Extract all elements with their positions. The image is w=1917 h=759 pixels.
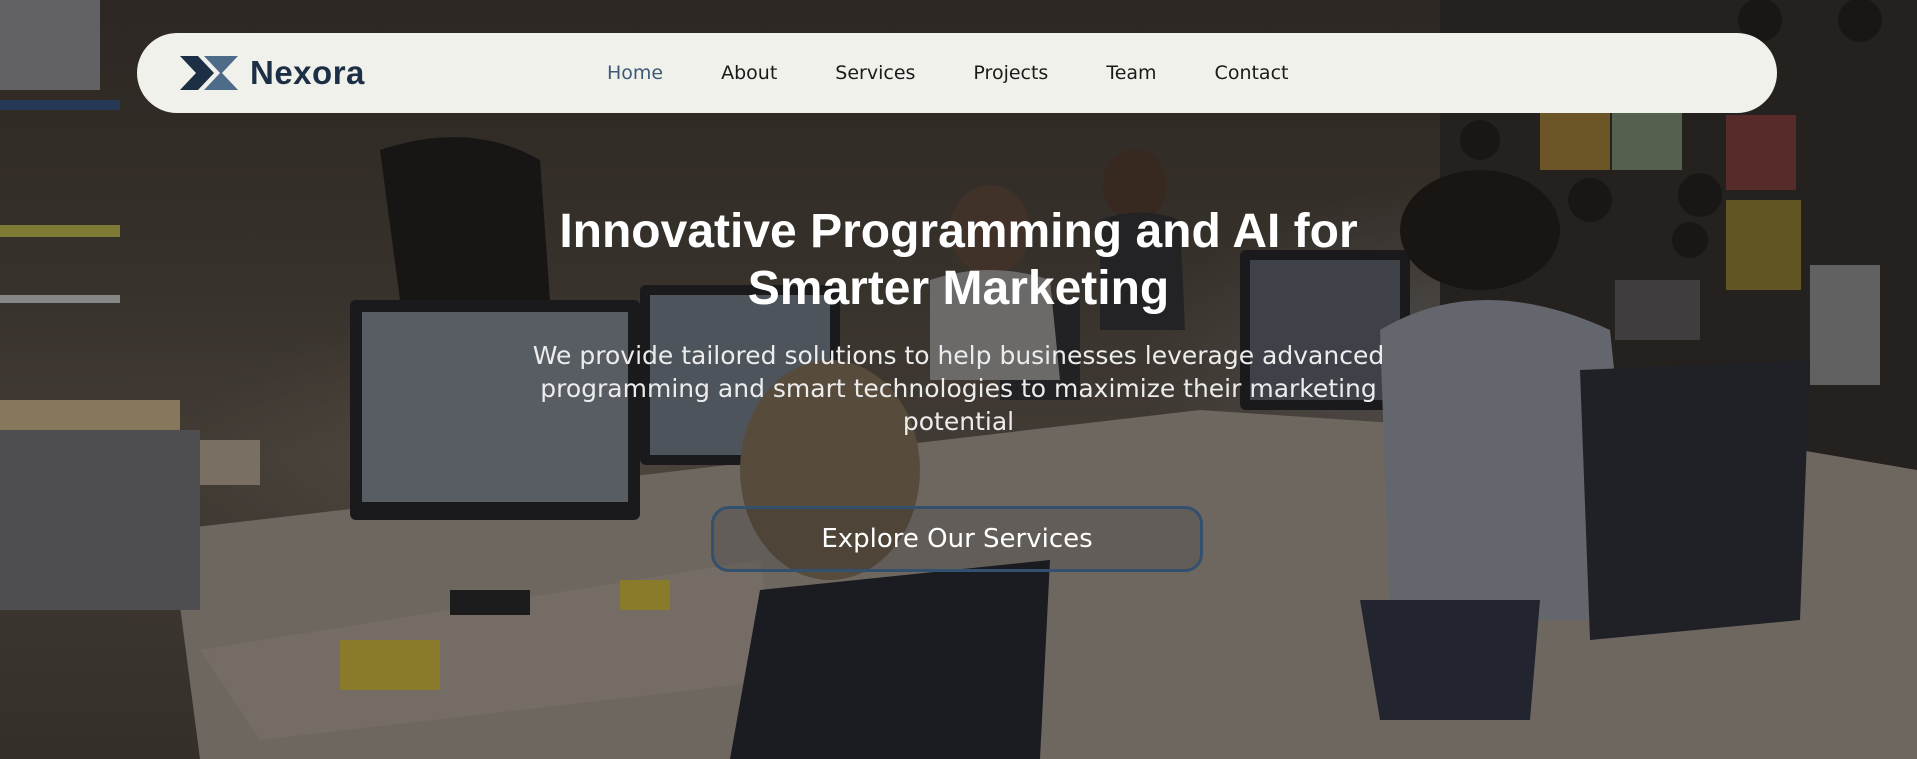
nav-link-home[interactable]: Home bbox=[607, 62, 663, 84]
brand-name: Nexora bbox=[250, 54, 365, 91]
hero-content: Innovative Programming and AI for Smarte… bbox=[0, 203, 1917, 438]
nav-link-projects[interactable]: Projects bbox=[973, 62, 1048, 84]
top-navbar: Nexora Home About Services Projects Team… bbox=[137, 33, 1777, 113]
nav-link-team[interactable]: Team bbox=[1106, 62, 1156, 84]
nav-link-contact[interactable]: Contact bbox=[1215, 62, 1289, 84]
nexora-x-logo-icon bbox=[180, 56, 238, 90]
nav-menu: Home About Services Projects Team Contac… bbox=[607, 33, 1346, 113]
nav-link-services[interactable]: Services bbox=[835, 62, 915, 84]
brand-logo[interactable]: Nexora bbox=[180, 54, 365, 91]
hero-title: Innovative Programming and AI for Smarte… bbox=[559, 205, 1358, 315]
nav-link-about[interactable]: About bbox=[721, 62, 777, 84]
explore-services-button[interactable]: Explore Our Services bbox=[711, 506, 1203, 572]
hero-subtitle: We provide tailored solutions to help bu… bbox=[532, 341, 1385, 436]
